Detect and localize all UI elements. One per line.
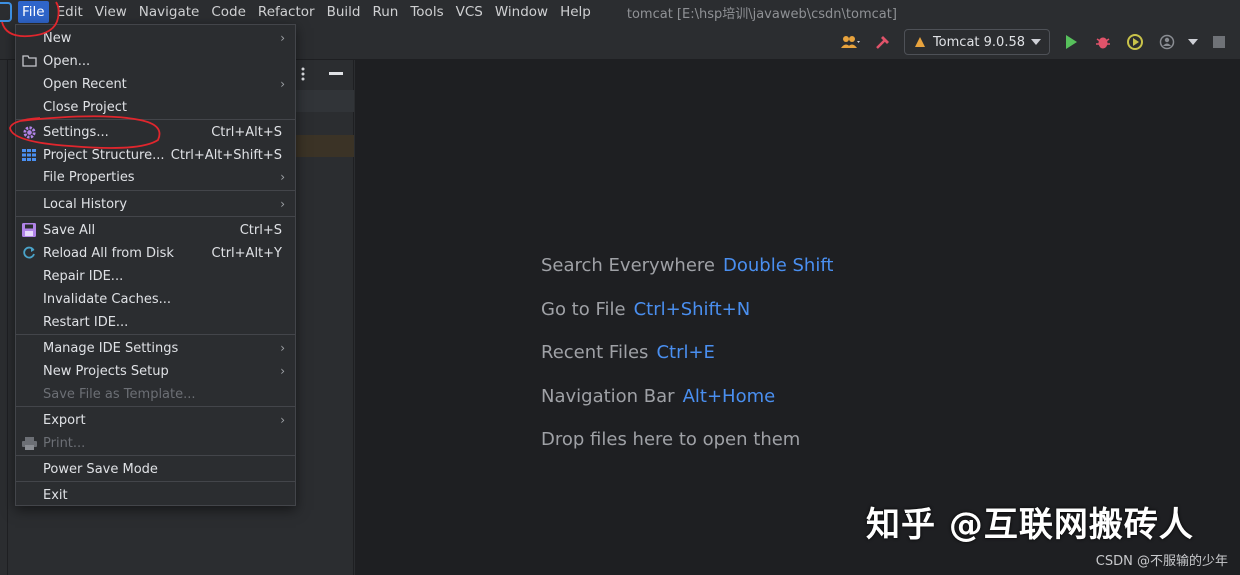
menu-separator	[16, 119, 295, 120]
editor-hints: Search Everywhere Double Shift Go to File…	[541, 255, 833, 473]
zhihu-watermark: 知乎 @互联网搬砖人	[866, 505, 1194, 545]
hint-drop-files: Drop files here to open them	[541, 429, 801, 450]
menu-separator	[16, 455, 295, 456]
menu-refactor[interactable]: Refactor	[254, 1, 319, 23]
menu-bar: File Edit View Navigate Code Refactor Bu…	[0, 0, 1240, 24]
menu-view[interactable]: View	[91, 1, 131, 23]
csdn-watermark: CSDN @不服输的少年	[1095, 554, 1228, 569]
menu-item-restart-ide[interactable]: Restart IDE...	[16, 311, 295, 333]
menu-edit[interactable]: Edit	[53, 1, 87, 23]
project-pane-toolbar	[288, 60, 354, 88]
save-icon	[21, 222, 37, 238]
menu-window[interactable]: Window	[491, 1, 552, 23]
menu-item-local-history[interactable]: Local History ›	[16, 193, 295, 215]
menu-separator	[16, 190, 295, 191]
tomcat-icon	[914, 37, 925, 47]
menu-separator	[16, 216, 295, 217]
coverage-icon[interactable]	[1124, 31, 1146, 53]
menu-item-close-project[interactable]: Close Project	[16, 96, 295, 118]
hint-go-to-file: Go to File Ctrl+Shift+N	[541, 298, 751, 320]
menu-build[interactable]: Build	[323, 1, 365, 23]
menu-item-new-projects-setup[interactable]: New Projects Setup ›	[16, 360, 295, 382]
menu-separator	[16, 334, 295, 335]
hint-search-everywhere: Search Everywhere Double Shift	[541, 255, 834, 276]
menu-item-file-properties[interactable]: File Properties ›	[16, 166, 295, 188]
menu-item-invalidate-caches[interactable]: Invalidate Caches...	[16, 288, 295, 310]
run-configuration-selector[interactable]: Tomcat 9.0.58	[903, 29, 1050, 55]
menu-item-open[interactable]: Open...	[16, 50, 295, 72]
chevron-right-icon: ›	[280, 77, 285, 91]
menu-separator	[16, 481, 295, 482]
project-structure-icon	[21, 147, 37, 163]
chevron-right-icon: ›	[280, 364, 285, 378]
chevron-right-icon: ›	[280, 413, 285, 427]
folder-icon	[21, 53, 37, 69]
project-tree-selected-row[interactable]	[296, 135, 354, 157]
left-tool-strip	[0, 60, 8, 575]
menu-vcs[interactable]: VCS	[452, 1, 487, 23]
menu-tools[interactable]: Tools	[406, 1, 447, 23]
hint-navigation-bar: Navigation Bar Alt+Home	[541, 385, 776, 407]
chevron-down-icon	[1031, 39, 1041, 45]
chevron-right-icon: ›	[280, 197, 285, 211]
menu-item-exit[interactable]: Exit	[16, 484, 295, 506]
chevron-right-icon: ›	[280, 341, 285, 355]
menu-item-repair-ide[interactable]: Repair IDE...	[16, 265, 295, 287]
stop-icon[interactable]	[1208, 31, 1230, 53]
chevron-right-icon: ›	[280, 31, 285, 45]
chevron-right-icon: ›	[280, 170, 285, 184]
minimize-icon[interactable]	[328, 72, 343, 76]
menu-item-open-recent[interactable]: Open Recent ›	[16, 73, 295, 95]
users-icon[interactable]	[840, 31, 862, 53]
menu-item-reload-all[interactable]: Reload All from Disk Ctrl+Alt+Y	[16, 242, 295, 264]
profile-icon[interactable]	[1156, 31, 1178, 53]
window-title: tomcat [E:\hsp培训\javaweb\csdn\tomcat]	[626, 6, 897, 22]
hammer-icon[interactable]	[872, 31, 894, 53]
menu-item-save-all[interactable]: Save All Ctrl+S	[16, 219, 295, 241]
menu-item-export[interactable]: Export ›	[16, 409, 295, 431]
menu-item-save-file-as-template: Save File as Template...	[43, 386, 196, 402]
menu-item-project-structure[interactable]: Project Structure... Ctrl+Alt+Shift+S	[16, 144, 295, 166]
hint-recent-files: Recent Files Ctrl+E	[541, 342, 715, 363]
menu-item-manage-ide-settings[interactable]: Manage IDE Settings ›	[16, 337, 295, 359]
profile-dropdown-icon[interactable]	[1188, 31, 1198, 53]
menu-code[interactable]: Code	[207, 1, 250, 23]
debug-icon[interactable]	[1092, 31, 1114, 53]
menu-file[interactable]: File	[18, 1, 49, 23]
menu-run[interactable]: Run	[368, 1, 402, 23]
menu-item-power-save-mode[interactable]: Power Save Mode	[16, 458, 295, 480]
reload-icon	[21, 245, 37, 261]
menu-navigate[interactable]: Navigate	[135, 1, 204, 23]
menu-separator	[16, 406, 295, 407]
file-menu-dropdown: New › Open... Open Recent › Close Project …	[15, 24, 296, 506]
run-icon[interactable]	[1060, 31, 1082, 53]
more-options-icon[interactable]	[300, 67, 306, 81]
run-config-label: Tomcat 9.0.58	[932, 34, 1025, 50]
app-logo-icon	[0, 2, 12, 22]
menu-item-print: Print...	[16, 432, 295, 454]
project-pane-header-row	[296, 90, 354, 112]
gear-icon	[21, 124, 37, 140]
menu-item-new[interactable]: New ›	[16, 27, 295, 49]
printer-icon	[21, 435, 37, 451]
menu-help[interactable]: Help	[556, 1, 595, 23]
menu-item-settings[interactable]: Settings... Ctrl+Alt+S	[16, 121, 295, 143]
